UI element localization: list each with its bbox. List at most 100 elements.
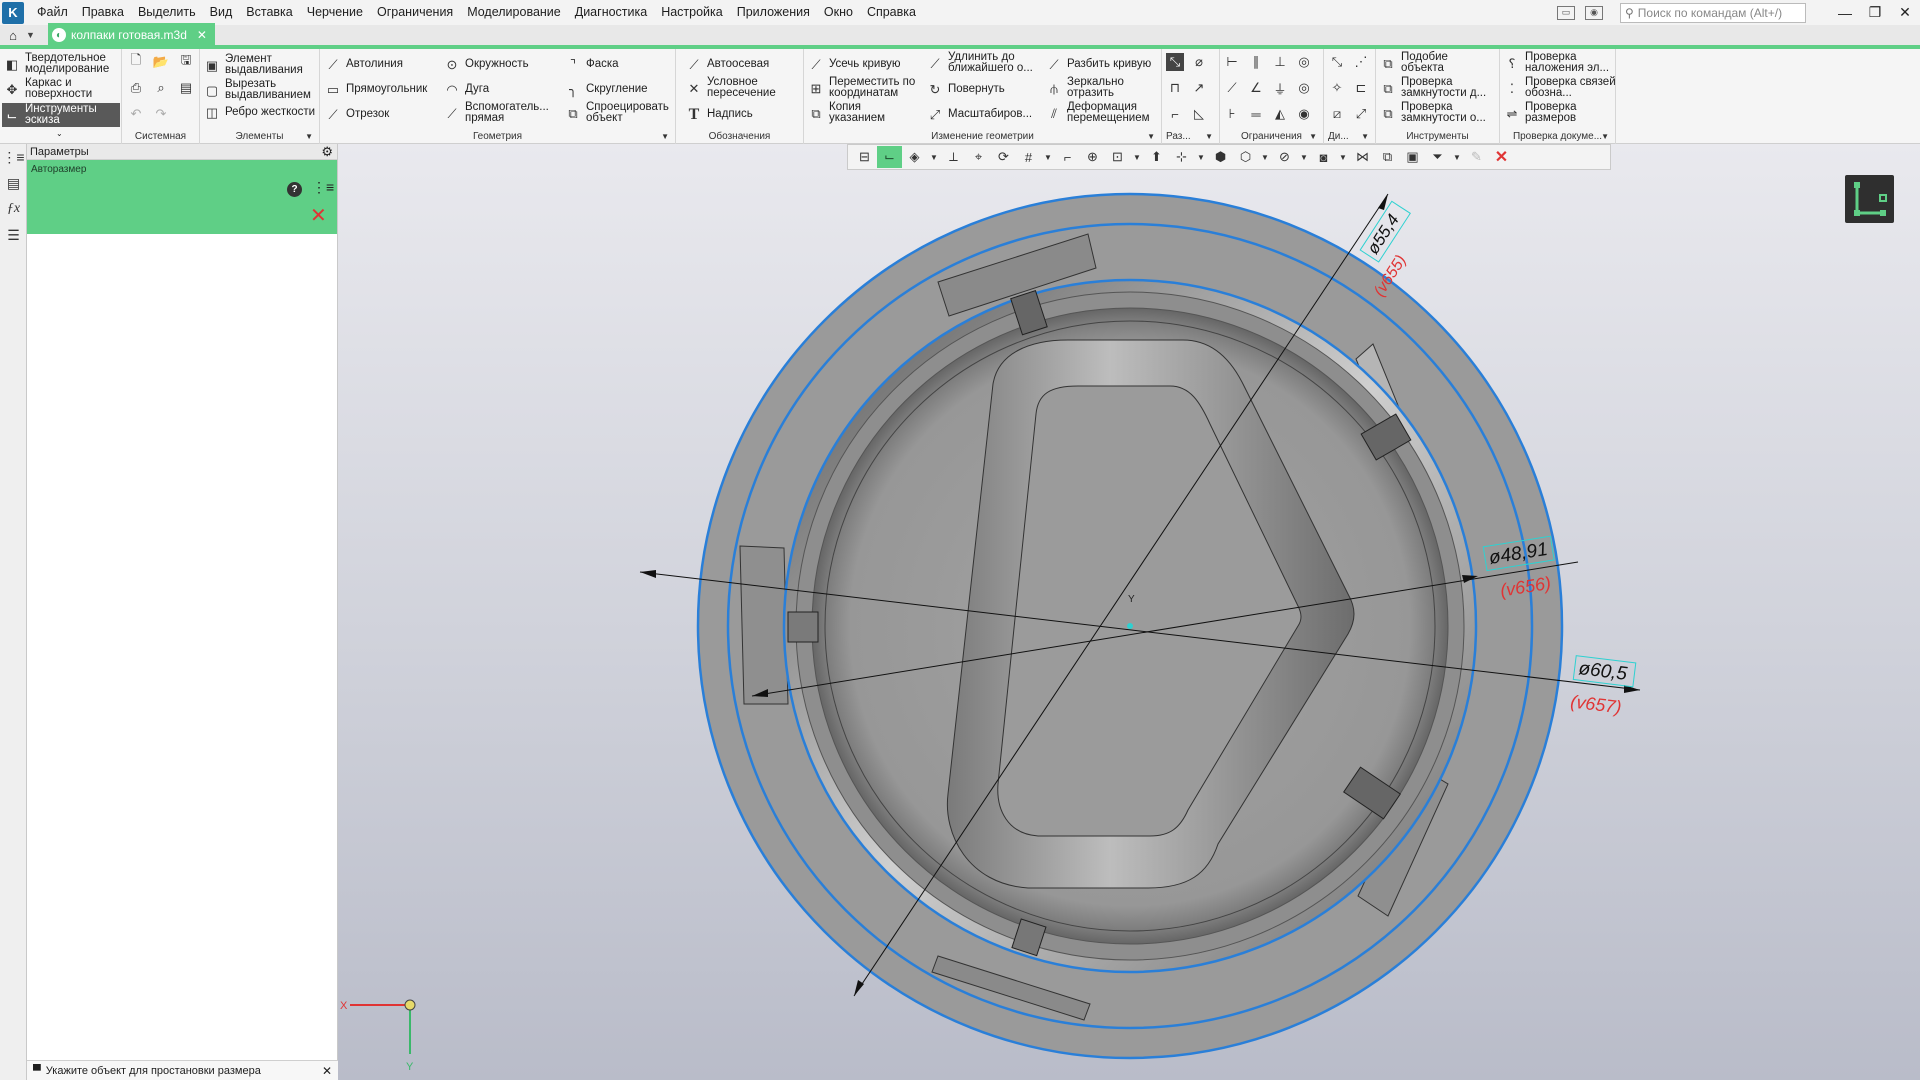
chevron-down-icon[interactable]: ▼ <box>1336 146 1350 168</box>
menu-help[interactable]: Справка <box>860 0 923 25</box>
chamfer-button[interactable]: ⌝ Фаска <box>565 56 619 72</box>
coincident-icon[interactable]: ◉ <box>1295 105 1313 123</box>
wireframe-view-icon[interactable]: ⬡ <box>1233 146 1258 168</box>
local-cs-icon[interactable]: ⌐ <box>1055 146 1080 168</box>
rotate-view-icon[interactable]: ⟳ <box>991 146 1016 168</box>
command-search-input[interactable]: ⚲ Поиск по командам (Alt+/) <box>1620 2 1806 23</box>
extend-button[interactable]: ⟋ Удлинить до ближайшего о... <box>927 51 1038 74</box>
split-curve-button[interactable]: ⟋ Разбить кривую <box>1046 56 1151 72</box>
extrude-button[interactable]: ▣ Элемент выдавливания <box>204 53 318 76</box>
menu-settings[interactable]: Настройка <box>654 0 730 25</box>
filter-icon[interactable]: ⏷ <box>1425 146 1450 168</box>
sketch-mode-icon[interactable]: ⌙ <box>877 146 902 168</box>
grid-icon[interactable]: # <box>1016 146 1041 168</box>
rotate-button[interactable]: ↻ Повернуть <box>927 81 1005 97</box>
fix-icon[interactable]: ⏚ <box>1271 79 1289 97</box>
trim-curve-button[interactable]: ⟋ Усечь кривую <box>808 56 900 72</box>
restore-button[interactable]: ❐ <box>1860 4 1890 21</box>
chevron-down-icon[interactable]: ▼ <box>927 146 941 168</box>
view-settings-icon[interactable]: ⧉ <box>1375 146 1400 168</box>
menu-edit[interactable]: Правка <box>75 0 131 25</box>
variables-icon[interactable]: ƒx <box>0 196 27 222</box>
vertical-icon[interactable]: ⊦ <box>1223 105 1241 123</box>
exit-sketch-button[interactable] <box>1845 175 1894 223</box>
mirror-button[interactable]: ⫛ Зеркально отразить <box>1046 76 1147 99</box>
cancel-command-icon[interactable]: ✕ <box>310 206 327 226</box>
check-links-button[interactable]: ⁚ Проверка связей обозна... <box>1504 76 1617 99</box>
clip-left[interactable] <box>739 545 789 705</box>
conditional-intersection-button[interactable]: ✕ Условное пересечение <box>686 76 789 99</box>
aux-line-button[interactable]: ⟋ Вспомогатель... прямая <box>444 101 557 124</box>
origin-point[interactable] <box>1127 623 1133 629</box>
deform-button[interactable]: ⫽ Деформация перемещением <box>1046 101 1159 124</box>
open-file-icon[interactable]: 📂 <box>152 53 170 71</box>
axis-orient-icon[interactable]: ⊹ <box>1169 146 1194 168</box>
sketch-orient-icon[interactable]: ⊟ <box>852 146 877 168</box>
chevron-down-icon[interactable]: ▼ <box>305 132 313 141</box>
chevron-down-icon[interactable]: ▼ <box>661 132 669 141</box>
orientation-icon[interactable]: ⬆ <box>1144 146 1169 168</box>
diag-e-icon[interactable]: ⧄ <box>1328 105 1346 123</box>
snap-icon[interactable]: ⟂ <box>941 146 966 168</box>
tangent-icon[interactable]: ◎ <box>1295 53 1313 71</box>
symmetry-icon[interactable]: ◭ <box>1271 105 1289 123</box>
save-all-icon[interactable]: ▤ <box>177 79 195 97</box>
check-dims-button[interactable]: ⇌ Проверка размеров <box>1504 101 1617 124</box>
auto-axis-button[interactable]: ⟋ Автоосевая <box>686 56 769 72</box>
redo-icon[interactable]: ↷ <box>152 105 170 123</box>
help-icon[interactable]: ? <box>287 182 302 197</box>
layers-icon[interactable]: ☰ <box>0 222 27 248</box>
diag-c-icon[interactable]: ✧ <box>1328 79 1346 97</box>
chevron-down-icon[interactable]: ▼ <box>1361 132 1369 141</box>
camera-icon[interactable]: ◙ <box>1311 146 1336 168</box>
chevron-down-icon[interactable]: ▼ <box>1194 146 1208 168</box>
section-icon[interactable]: ⋈ <box>1350 146 1375 168</box>
hide-icon[interactable]: ⊘ <box>1272 146 1297 168</box>
app-logo-icon[interactable]: K <box>2 1 24 24</box>
zoom-icon[interactable]: ⊕ <box>1080 146 1105 168</box>
minimize-button[interactable]: — <box>1830 5 1860 21</box>
3d-viewport[interactable]: Y ø55,4 (v655) ø48,91 (v656) ø60,5 (v657… <box>338 144 1920 1080</box>
new-file-icon[interactable]: 🗋 <box>127 52 145 71</box>
arc-dim-icon[interactable]: ◺ <box>1190 105 1208 123</box>
show-all-icon[interactable]: ◈ <box>902 146 927 168</box>
chevron-down-icon[interactable]: ▼ <box>26 30 40 40</box>
arc-button[interactable]: ◠ Дуга <box>444 81 489 97</box>
print-icon[interactable]: ⎙ <box>127 79 145 97</box>
screenshot-icon[interactable]: ◉ <box>1585 5 1603 20</box>
chevron-down-icon[interactable]: ▼ <box>1205 132 1213 141</box>
undo-icon[interactable]: ↶ <box>127 105 145 123</box>
collinear-icon[interactable]: ⟋ <box>1223 79 1241 97</box>
move-by-coords-button[interactable]: ⊞ Переместить по координатам <box>808 76 925 99</box>
cut-extrude-button[interactable]: ▢ Вырезать выдавливанием <box>204 78 318 101</box>
shaded-icon[interactable]: ⬢ <box>1208 146 1233 168</box>
close-window-button[interactable]: ✕ <box>1890 4 1920 21</box>
menu-window[interactable]: Окно <box>817 0 860 25</box>
menu-view[interactable]: Вид <box>203 0 240 25</box>
model-tree-icon[interactable]: ⋮≡ <box>0 144 27 170</box>
gear-icon[interactable]: ⚙ <box>321 144 333 160</box>
radial-dim-icon[interactable]: ↗ <box>1190 79 1208 97</box>
chevron-down-icon[interactable]: ▼ <box>1309 132 1317 141</box>
edit-disabled-icon[interactable]: ✎ <box>1464 146 1489 168</box>
mode-solid-modeling[interactable]: ◧ Твердотельное моделирование <box>4 52 122 75</box>
menu-drawing[interactable]: Черчение <box>300 0 370 25</box>
diag-b-icon[interactable]: ⋰ <box>1352 53 1370 71</box>
menu-insert[interactable]: Вставка <box>239 0 299 25</box>
menu-diagnostics[interactable]: Диагностика <box>568 0 654 25</box>
diameter-dim-icon[interactable]: ⌀ <box>1190 53 1208 71</box>
diag-d-icon[interactable]: ⊏ <box>1352 79 1370 97</box>
rectangle-button[interactable]: ▭ Прямоугольник <box>325 81 427 97</box>
chevron-down-icon[interactable]: ▼ <box>1601 132 1609 141</box>
collapse-icon[interactable]: ⌄ <box>56 129 63 138</box>
status-close-icon[interactable]: ✕ <box>322 1064 332 1078</box>
menu-constraints[interactable]: Ограничения <box>370 0 460 25</box>
diag-a-icon[interactable]: ⤡ <box>1328 53 1346 71</box>
ortho-icon[interactable]: ⌖ <box>966 146 991 168</box>
angle-dim-icon[interactable]: ⌐ <box>1166 105 1184 123</box>
check-closure-d-button[interactable]: ⧉ Проверка замкнутости д... <box>1380 76 1499 99</box>
cancel-icon[interactable]: ✕ <box>1489 146 1514 168</box>
chevron-down-icon[interactable]: ▼ <box>1297 146 1311 168</box>
autodimension-icon[interactable]: ⤡ <box>1166 53 1184 71</box>
similar-object-button[interactable]: ⧉ Подобие объекта <box>1380 51 1491 74</box>
